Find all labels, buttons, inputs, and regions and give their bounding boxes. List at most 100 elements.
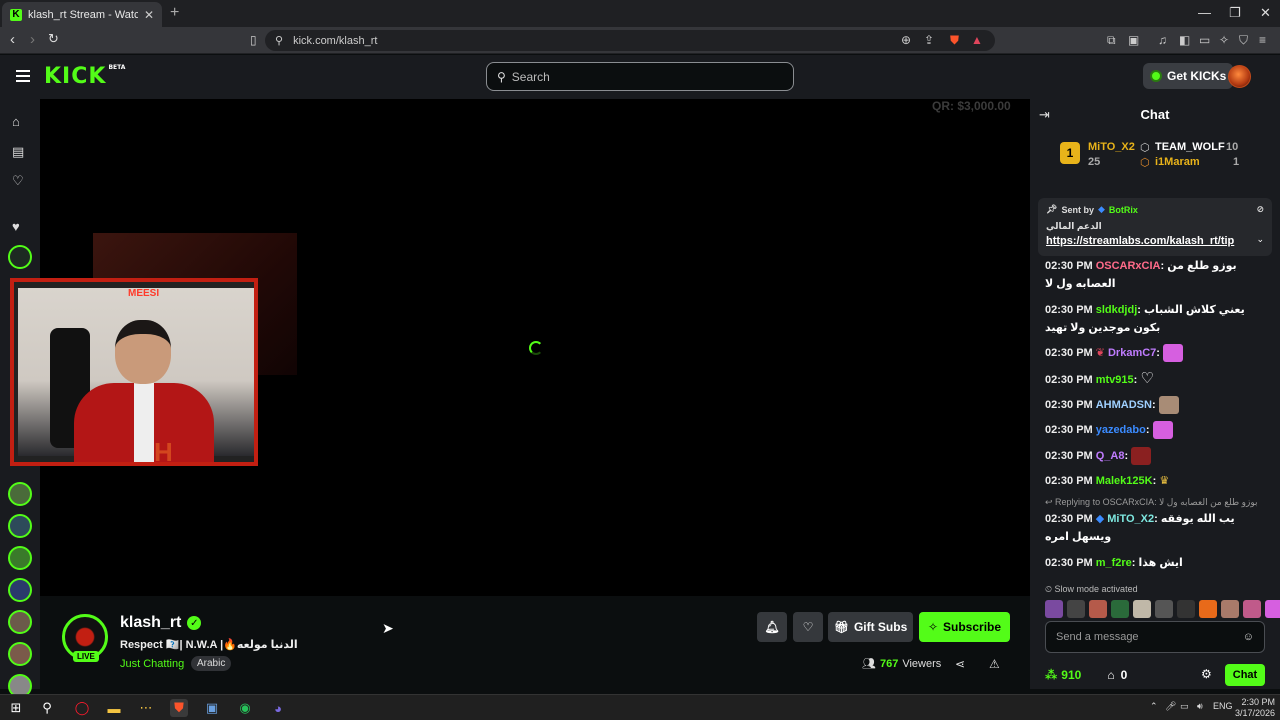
media-icon[interactable]: ♫ xyxy=(1158,33,1167,47)
bookmark-icon[interactable]: ▯ xyxy=(250,33,257,47)
chat-settings-icon[interactable]: ⚙ xyxy=(1201,667,1212,681)
unpin-icon[interactable]: ⊘ xyxy=(1256,204,1264,215)
chat-username[interactable]: DrkamC7 xyxy=(1108,347,1156,359)
favorites-heart-icon[interactable]: ♥ xyxy=(12,219,20,234)
close-tab-icon[interactable]: ✕ xyxy=(144,8,154,22)
followed-channel-avatar[interactable] xyxy=(8,482,32,506)
video-player[interactable]: QR: $3,000.00 MEESI H xyxy=(10,99,1030,596)
followed-channel-avatar[interactable] xyxy=(8,610,32,634)
points-icon[interactable]: ⁂ xyxy=(1045,668,1057,682)
user-avatar[interactable] xyxy=(1228,65,1251,88)
app-icon[interactable]: ⋯ xyxy=(137,699,155,717)
emote-icon[interactable] xyxy=(1221,600,1239,618)
chat-username[interactable]: OSCARxCIA xyxy=(1096,260,1161,272)
leader-2-name[interactable]: TEAM_WOLF xyxy=(1155,141,1225,153)
sidebar-icon[interactable]: ◧ xyxy=(1179,33,1190,47)
share-icon[interactable]: ⇪ xyxy=(924,33,934,47)
menu-icon[interactable]: ≡ xyxy=(1259,33,1266,47)
hamburger-menu-icon[interactable] xyxy=(16,70,30,85)
file-explorer-icon[interactable]: ▬ xyxy=(105,699,123,717)
brave-icon[interactable]: ⛊ xyxy=(170,699,188,717)
site-info-icon[interactable]: ⚲ xyxy=(275,34,283,47)
channel-name[interactable]: klash_rt ✓ xyxy=(120,614,202,632)
volume-icon[interactable]: 🔊︎ xyxy=(1197,701,1203,712)
browser-tab[interactable]: K klash_rt Stream - Watch Live on Kick ✕ xyxy=(2,2,162,27)
discord-icon[interactable]: ◕ xyxy=(269,699,287,717)
channel-points[interactable]: 910 xyxy=(1061,668,1081,682)
start-icon[interactable]: ⊞ xyxy=(7,699,25,717)
vpn-icon[interactable]: ⛉ xyxy=(1239,33,1248,48)
leader-1-name[interactable]: MiTO_X2 xyxy=(1088,141,1135,153)
chat-username[interactable]: Q_A8 xyxy=(1096,450,1125,462)
tabs-icon[interactable]: ▭ xyxy=(1199,33,1210,47)
back-icon[interactable]: ‹ xyxy=(10,31,15,48)
zoom-icon[interactable]: ⊕ xyxy=(901,33,911,47)
follow-button[interactable]: ♡ xyxy=(793,612,823,642)
chat-username[interactable]: MiTO_X2 xyxy=(1107,513,1154,525)
search-icon[interactable]: ⚲ xyxy=(38,699,56,717)
emote-icon[interactable] xyxy=(1243,600,1261,618)
clock[interactable]: 2:30 PM 3/17/2026 xyxy=(1235,697,1275,719)
followed-channel-avatar[interactable] xyxy=(8,245,32,269)
category-link[interactable]: Just Chatting xyxy=(120,658,184,670)
leo-ai-icon[interactable]: ✧ xyxy=(1219,33,1229,47)
close-window-icon[interactable]: ✕ xyxy=(1260,5,1271,21)
app-icon[interactable]: ◉ xyxy=(236,699,254,717)
emoji-icon[interactable]: ☺ xyxy=(1243,631,1254,643)
network-icon[interactable]: ▭ xyxy=(1180,701,1189,712)
reload-icon[interactable]: ↻ xyxy=(48,31,59,47)
mic-icon[interactable]: 🎤︎ xyxy=(1165,701,1176,712)
chat-username[interactable]: Malek125K xyxy=(1096,475,1153,487)
chat-username[interactable]: AHMADSN xyxy=(1096,399,1152,411)
url-field[interactable]: ⚲ kick.com/klash_rt xyxy=(265,30,995,51)
extensions-icon[interactable]: ⧉ xyxy=(1107,33,1116,48)
language-tag[interactable]: Arabic xyxy=(191,656,232,671)
followed-channel-avatar[interactable] xyxy=(8,514,32,538)
expand-pinned-icon[interactable]: ⌄ xyxy=(1256,234,1264,245)
emote-icon[interactable] xyxy=(1045,600,1063,618)
notifications-button[interactable]: 🔔︎ xyxy=(757,612,787,642)
opera-icon[interactable]: ◯ xyxy=(73,699,91,717)
emote-icon[interactable] xyxy=(1067,600,1085,618)
leader-3-name[interactable]: i1Maram xyxy=(1155,156,1200,168)
emote-icon[interactable] xyxy=(1089,600,1107,618)
chat-input[interactable]: Send a message ☺ xyxy=(1045,621,1265,653)
home-icon[interactable]: ⌂ xyxy=(12,114,20,129)
followed-channel-avatar[interactable] xyxy=(8,546,32,570)
chat-username[interactable]: mtv915 xyxy=(1096,374,1134,386)
wallet-icon[interactable]: ▣ xyxy=(1128,33,1139,47)
brave-shield-icon[interactable]: ⛊ xyxy=(950,33,959,48)
chat-username[interactable]: sldkdjdj xyxy=(1096,304,1138,316)
new-tab-icon[interactable]: + xyxy=(170,4,179,22)
emote-icon[interactable] xyxy=(1155,600,1173,618)
emote-icon[interactable] xyxy=(1133,600,1151,618)
subscribe-button[interactable]: ✧ Subscribe xyxy=(919,612,1010,642)
emote-icon[interactable] xyxy=(1111,600,1129,618)
emote-icon[interactable] xyxy=(1177,600,1195,618)
app-icon[interactable]: ▣ xyxy=(203,699,221,717)
gift-subs-button[interactable]: 🎁︎ Gift Subs xyxy=(828,612,913,642)
send-chat-button[interactable]: Chat xyxy=(1225,664,1265,686)
emote-icon[interactable] xyxy=(1199,600,1217,618)
kick-logo[interactable]: KICK BETA xyxy=(44,64,125,89)
following-icon[interactable]: ♡ xyxy=(12,173,24,189)
store-icon[interactable]: ⌂ xyxy=(1107,668,1114,682)
emote-icon[interactable] xyxy=(1265,600,1280,618)
report-icon[interactable]: ⚠ xyxy=(989,657,1000,671)
reply-context[interactable]: ↩ Replying to OSCARxCIA: بوزو طلع من الع… xyxy=(1045,496,1267,508)
restore-icon[interactable]: ❐ xyxy=(1229,5,1241,21)
browse-icon[interactable]: ▤ xyxy=(12,144,24,160)
share-icon[interactable]: ⋖ xyxy=(955,657,965,671)
minimize-icon[interactable]: — xyxy=(1198,5,1211,20)
chat-username[interactable]: yazedabo xyxy=(1096,424,1146,436)
tray-chevron-icon[interactable]: ⌃ xyxy=(1150,701,1158,712)
get-kicks-button[interactable]: Get KICKs xyxy=(1143,63,1234,89)
search-input[interactable]: ⚲ Search xyxy=(486,62,794,91)
forward-icon[interactable]: › xyxy=(30,31,35,48)
brave-rewards-icon[interactable]: ▲ xyxy=(971,33,983,47)
chat-username[interactable]: m_f2re xyxy=(1096,557,1132,569)
pinned-link[interactable]: https://streamlabs.com/kalash_rt/tip xyxy=(1046,235,1234,247)
followed-channel-avatar[interactable] xyxy=(8,642,32,666)
followed-channel-avatar[interactable] xyxy=(8,578,32,602)
language-indicator[interactable]: ENG xyxy=(1213,701,1233,711)
